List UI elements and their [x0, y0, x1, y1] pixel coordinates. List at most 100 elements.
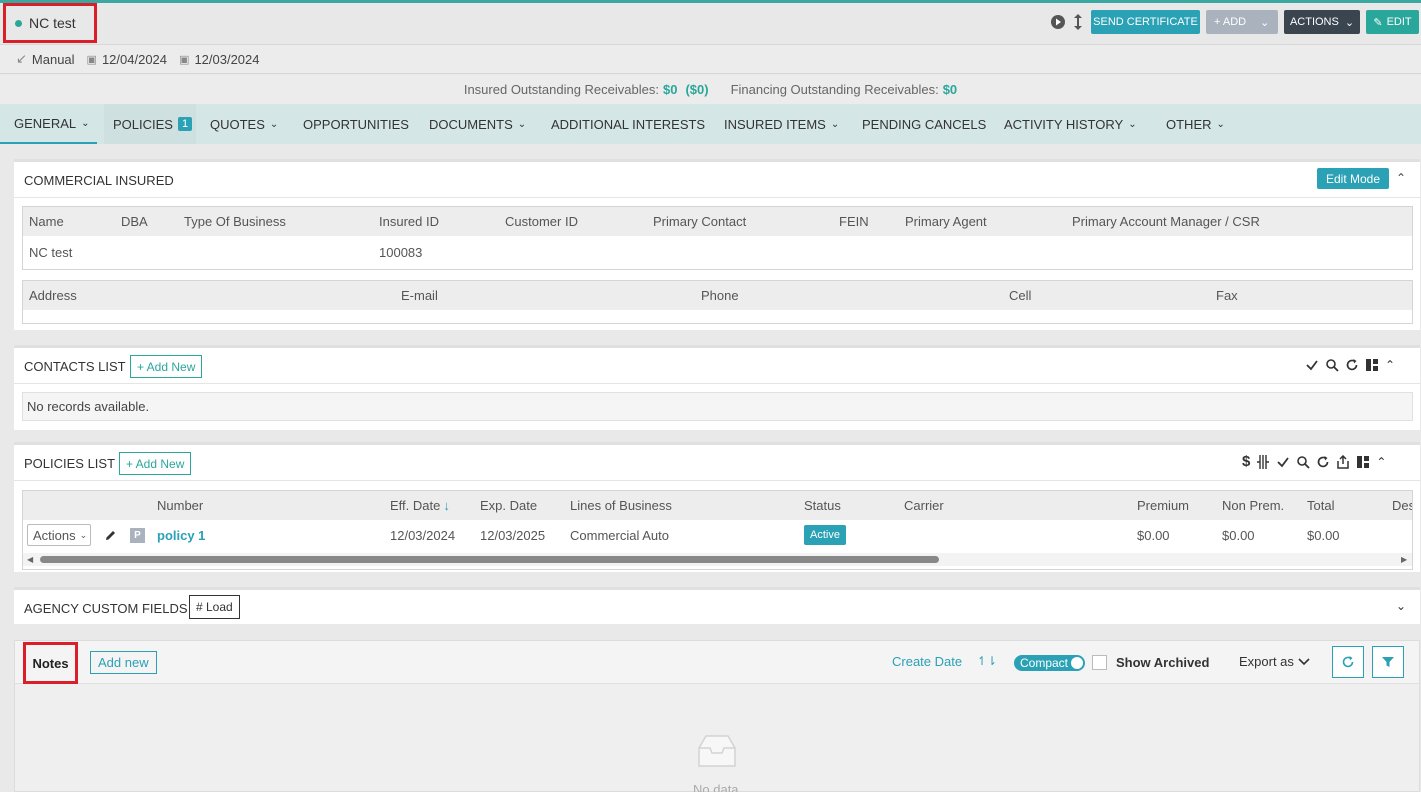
load-custom-fields-button[interactable]: # Load	[189, 595, 240, 619]
col-eff-date[interactable]: Eff. Date ↓	[390, 491, 450, 520]
show-archived-checkbox[interactable]	[1092, 655, 1107, 670]
layout-icon[interactable]	[1356, 455, 1370, 469]
col-cell: Cell	[1009, 288, 1032, 303]
compact-toggle[interactable]: Compact	[1014, 655, 1085, 671]
col-dba: DBA	[121, 214, 148, 229]
col-phone: Phone	[701, 288, 739, 303]
col-status[interactable]: Status	[804, 491, 841, 520]
tab-opportunities[interactable]: OPPORTUNITIES	[303, 104, 409, 144]
row-actions-label: Actions	[33, 527, 76, 543]
compact-label: Compact	[1020, 656, 1069, 670]
search-icon[interactable]	[1325, 358, 1339, 372]
insured-name: NC test	[29, 15, 76, 31]
type-item: ↙ Manual	[16, 51, 75, 67]
add-button[interactable]: + ADD ⌄	[1206, 10, 1278, 34]
tab-policies[interactable]: POLICIES 1	[104, 104, 196, 144]
chevron-down-icon: ⌄	[830, 118, 840, 130]
expand-icon[interactable]: ⌄	[1396, 599, 1406, 613]
actions-button[interactable]: ACTIONS ⌄	[1284, 10, 1360, 34]
status-badge: Active	[804, 525, 846, 545]
tab-general[interactable]: GENERAL ⌄	[0, 104, 97, 144]
date-item-2: ▣ 12/03/2024	[179, 52, 259, 67]
tab-additional-interests-label: ADDITIONAL INTERESTS	[551, 116, 706, 132]
export-as-dropdown[interactable]: Export as	[1239, 654, 1310, 669]
send-certificate-button[interactable]: SEND CERTIFICATE	[1091, 10, 1200, 34]
contacts-list-title: CONTACTS LIST	[24, 359, 126, 374]
tab-insured-items[interactable]: INSURED ITEMS ⌄	[724, 104, 839, 144]
refresh-icon[interactable]	[1316, 455, 1330, 469]
add-contact-button[interactable]: + Add New	[130, 355, 203, 378]
check-icon[interactable]	[1276, 455, 1290, 469]
sort-order-icon[interactable]: ↿⇂	[977, 654, 997, 668]
tab-additional-interests[interactable]: ADDITIONAL INTERESTS	[551, 104, 705, 144]
refresh-icon	[1342, 656, 1354, 668]
notes-panel: Notes Add new Create Date ↿⇂ Compact Sho…	[14, 640, 1420, 792]
tab-pending-cancels-label: PENDING CANCELS	[862, 116, 987, 132]
receivables-bar: Insured Outstanding Receivables: $0 ($0)…	[0, 75, 1421, 104]
policy-type-badge: P	[130, 528, 145, 543]
col-total[interactable]: Total	[1307, 491, 1334, 520]
horizontal-scrollbar[interactable]: ◀ ▶	[23, 553, 1412, 566]
financing-receivables-value: $0	[942, 82, 958, 97]
add-policy-button[interactable]: + Add New	[119, 452, 192, 475]
edit-button[interactable]: ✎ EDIT	[1366, 10, 1419, 34]
export-icon[interactable]	[1336, 455, 1350, 469]
row-actions-dropdown[interactable]: Actions ⌄	[27, 524, 91, 546]
toggle-knob	[1071, 657, 1083, 669]
sort-create-date[interactable]: Create Date	[892, 654, 962, 669]
cell-premium: $0.00	[1137, 528, 1170, 543]
tab-activity-history[interactable]: ACTIVITY HISTORY ⌄	[1004, 104, 1137, 144]
col-premium[interactable]: Premium	[1137, 491, 1189, 520]
check-icon[interactable]	[1305, 358, 1319, 372]
cell-eff-date: 12/03/2024	[390, 528, 456, 543]
layout-icon[interactable]	[1365, 358, 1379, 372]
tab-activity-history-label: ACTIVITY HISTORY	[1004, 116, 1124, 132]
policies-list-title: POLICIES LIST	[24, 456, 116, 471]
tab-other[interactable]: OTHER ⌄	[1166, 104, 1225, 144]
calendar-icon: ▣	[179, 53, 190, 66]
tab-general-label: GENERAL	[14, 115, 77, 131]
collapse-icon[interactable]: ⌃	[1396, 171, 1406, 185]
tab-opportunities-label: OPPORTUNITIES	[303, 116, 409, 132]
expand-vertical-icon[interactable]	[1072, 13, 1084, 31]
export-as-label: Export as	[1239, 654, 1294, 669]
edit-mode-button[interactable]: Edit Mode	[1317, 168, 1389, 189]
chevron-down-icon: ⌄	[1260, 16, 1270, 29]
add-note-button[interactable]: Add new	[90, 651, 157, 674]
calendar-icon: ▣	[86, 53, 97, 66]
scroll-right-icon[interactable]: ▶	[1401, 555, 1407, 564]
filter-icon	[1382, 657, 1394, 667]
col-non-prem[interactable]: Non Prem.	[1222, 491, 1284, 520]
cell-lines-of-business: Commercial Auto	[570, 528, 669, 543]
filter-notes-button[interactable]	[1372, 646, 1404, 678]
refresh-icon[interactable]	[1345, 358, 1359, 372]
refresh-notes-button[interactable]	[1332, 646, 1364, 678]
play-icon[interactable]	[1050, 14, 1066, 30]
chevron-down-icon: ⌄	[1344, 16, 1355, 29]
col-primary-account-manager: Primary Account Manager / CSR	[1072, 214, 1260, 229]
col-carrier[interactable]: Carrier	[904, 491, 944, 520]
col-number[interactable]: Number	[157, 491, 203, 520]
search-icon[interactable]	[1296, 455, 1310, 469]
edit-row-icon[interactable]	[104, 526, 117, 544]
dollar-icon[interactable]: $	[1242, 454, 1250, 469]
actions-label: ACTIONS	[1289, 16, 1339, 28]
col-lines-of-business[interactable]: Lines of Business	[570, 491, 672, 520]
collapse-icon[interactable]: ⌃	[1385, 358, 1395, 372]
tab-documents[interactable]: DOCUMENTS ⌄	[429, 104, 526, 144]
tab-quotes[interactable]: QUOTES ⌄	[210, 104, 278, 144]
date-2: 12/03/2024	[194, 51, 260, 67]
cell-non-prem: $0.00	[1222, 528, 1255, 543]
contacts-list-panel: CONTACTS LIST + Add New ⌃ No records ava…	[14, 345, 1420, 430]
date-1: 12/04/2024	[101, 51, 168, 67]
col-des[interactable]: Des	[1392, 491, 1412, 520]
financing-receivables-label: Financing Outstanding Receivables:	[730, 82, 939, 97]
tab-pending-cancels[interactable]: PENDING CANCELS	[862, 104, 986, 144]
collapse-icon[interactable]: ⌃	[1376, 455, 1386, 469]
column-resize-icon[interactable]	[1256, 455, 1270, 469]
col-exp-date[interactable]: Exp. Date	[480, 491, 537, 520]
scroll-left-icon[interactable]: ◀	[27, 555, 33, 564]
scrollbar-thumb[interactable]	[40, 556, 939, 563]
nav-tabs: GENERAL ⌄ POLICIES 1 QUOTES ⌄ OPPORTUNIT…	[0, 104, 1421, 144]
policy-number-link[interactable]: policy 1	[157, 520, 205, 551]
